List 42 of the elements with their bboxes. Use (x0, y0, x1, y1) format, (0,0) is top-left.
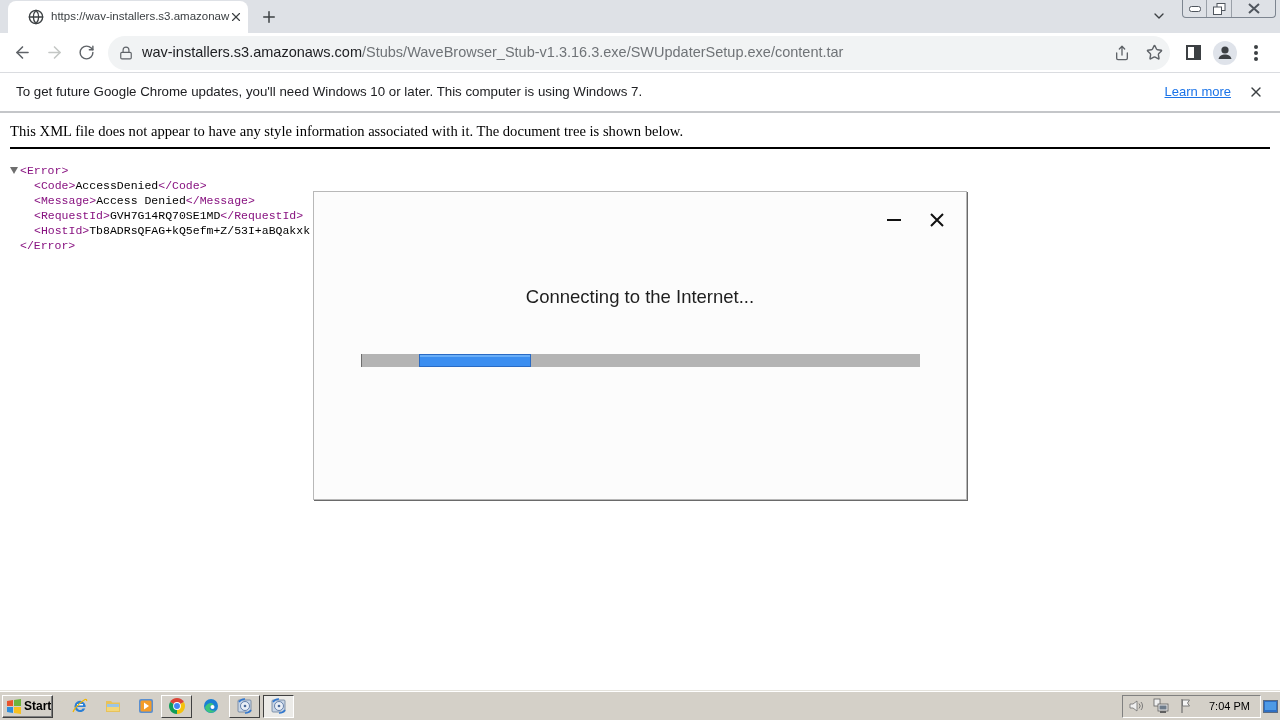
xml-notice: This XML file does not appear to have any style information associated with it. The document tree is shown below. (10, 122, 684, 140)
minimize-icon (887, 219, 901, 221)
infobar-message: To get future Google Chrome updates, you'll need Windows 10 or later. This computer is using Windows 7. (16, 83, 643, 102)
restore-icon (1212, 2, 1226, 15)
xml-element-line: <Code>AccessDenied</Code> (34, 179, 207, 192)
browser-tab[interactable]: https://wav-installers.s3.amazonaw (8, 1, 248, 33)
start-button[interactable]: Start (2, 694, 53, 718)
xml-element-line: <Message>Access Denied</Message> (34, 194, 255, 207)
profile-avatar-icon (1213, 40, 1237, 65)
dialog-message: Connecting to the Internet... (525, 285, 755, 309)
globe-icon (28, 9, 44, 25)
minimize-icon (1188, 5, 1201, 12)
windows-flag-icon (6, 698, 22, 714)
reload-icon (77, 44, 95, 61)
media-player-icon[interactable] (138, 698, 154, 714)
close-icon (1247, 3, 1260, 14)
xml-element-line: <HostId>Tb8ADRsQFAG+kQ5efm+Z/53I+aBQakxk (34, 224, 311, 237)
edge-logo-icon (202, 698, 219, 714)
show-desktop-icon[interactable] (1263, 699, 1278, 713)
clock-time[interactable]: 7:04 PM (1209, 697, 1250, 715)
address-bar[interactable]: wav-installers.s3.amazonaws.com/Stubs/WaveBrowser_Stub-v1.3.16.3.exe/SWUpdaterSetup.exe/content.tar (108, 35, 1170, 70)
collapse-triangle-icon[interactable] (10, 167, 18, 174)
xml-close-tag: </Error> (20, 239, 76, 252)
xml-open-tag: <Error> (20, 163, 69, 178)
profile-button[interactable] (1211, 38, 1239, 67)
plus-icon (260, 8, 278, 26)
browser-e-icon[interactable] (72, 698, 88, 714)
tab-title: https://wav-installers.s3.amazonaw (51, 9, 230, 25)
taskbar-window-button[interactable] (263, 694, 294, 718)
more-vertical-icon (1254, 44, 1258, 61)
share-icon (1114, 44, 1130, 61)
xml-element-line: <RequestId>GVH7G14RQ70SE1MD</RequestId> (34, 209, 304, 222)
learn-more-link[interactable]: Learn more (1164, 82, 1231, 102)
dialog-close-button[interactable] (930, 213, 944, 227)
close-icon (930, 213, 944, 227)
side-panel-icon (1185, 45, 1201, 60)
star-icon (1145, 44, 1163, 61)
speaker-icon[interactable] (1128, 698, 1144, 714)
network-icon[interactable] (1153, 698, 1169, 714)
lock-icon[interactable] (119, 45, 133, 60)
url-text: wav-installers.s3.amazonaws.com/Stubs/WaveBrowser_Stub-v1.3.16.3.exe/SWUpdaterSetup.exe/content.tar (142, 42, 844, 62)
chrome-logo-icon (168, 698, 185, 714)
